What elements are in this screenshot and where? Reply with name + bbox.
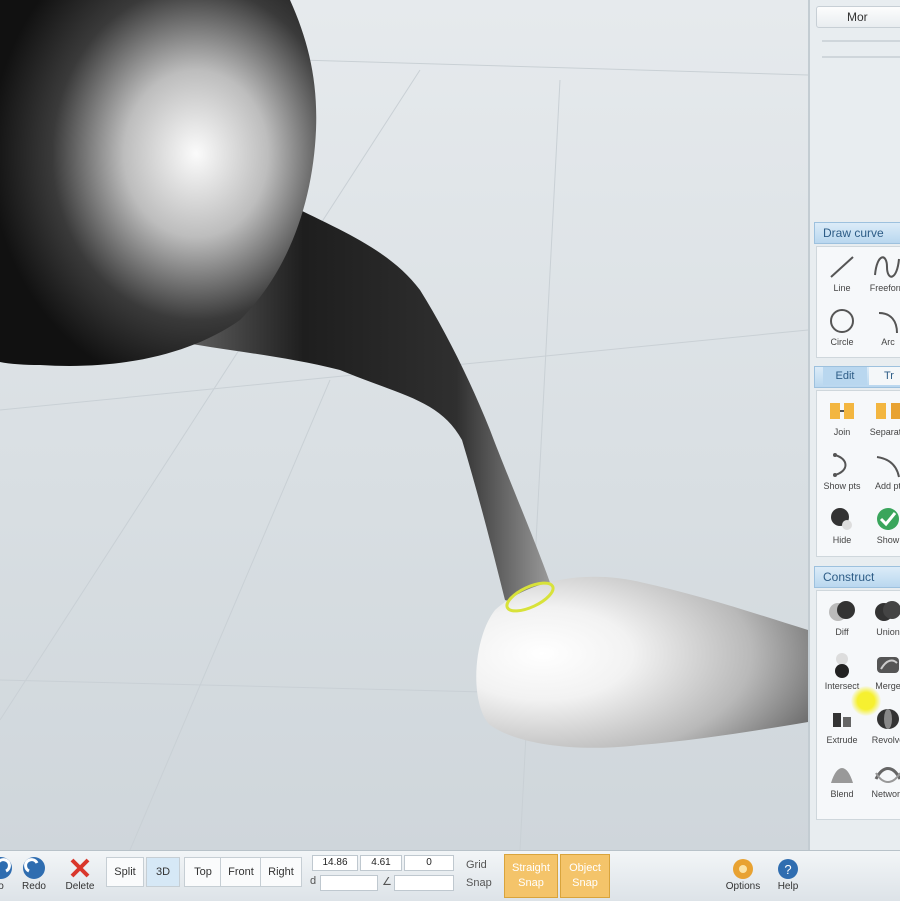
coord-z-field[interactable]: 0	[404, 855, 454, 871]
tool-diff[interactable]: Diff	[819, 593, 865, 645]
redo-icon	[23, 857, 45, 879]
tab-edit[interactable]: Edit	[823, 367, 867, 385]
coord-y-field[interactable]: 4.61	[360, 855, 402, 871]
tool-join[interactable]: Join	[819, 393, 865, 445]
3d-viewport[interactable]	[0, 0, 808, 850]
redo-button[interactable]: Redo	[16, 853, 52, 899]
tool-arc[interactable]: Arc	[865, 303, 900, 355]
separate-icon	[876, 403, 900, 419]
gear-icon	[733, 859, 753, 879]
add-point-icon	[876, 456, 900, 478]
boolean-union-icon	[875, 601, 900, 621]
divider	[822, 56, 900, 58]
delete-icon	[70, 858, 90, 878]
tool-line[interactable]: Line	[819, 249, 865, 301]
edit-tools: Join Separate Show pts Add pt Hide Show	[816, 390, 900, 557]
tab-transform[interactable]: Tr	[869, 367, 900, 385]
bottom-toolbar: o Redo Delete Split 3D Top Front Right 1…	[0, 850, 900, 901]
coord-distance-label: d	[310, 875, 317, 887]
section-header-draw-curve[interactable]: Draw curve	[814, 222, 900, 244]
cursor-highlight	[851, 686, 881, 716]
tool-network[interactable]: Network	[865, 755, 900, 807]
coord-x-field[interactable]: 14.86	[312, 855, 358, 871]
tool-show-points[interactable]: Show pts	[819, 447, 865, 499]
split-view-button[interactable]: Split	[106, 857, 144, 887]
tool-circle[interactable]: Circle	[819, 303, 865, 355]
edit-tab-bar: Edit Tr	[814, 366, 900, 388]
coord-angle-field[interactable]	[394, 875, 454, 891]
blend-icon	[831, 768, 853, 783]
undo-icon	[0, 857, 12, 879]
panel-title: Mor	[816, 6, 900, 28]
tool-blend[interactable]: Blend	[819, 755, 865, 807]
show-points-icon	[833, 453, 847, 477]
scene-canvas[interactable]	[0, 0, 808, 850]
join-icon	[830, 403, 854, 419]
svg-text:?: ?	[784, 862, 791, 877]
tool-hide[interactable]: Hide	[819, 501, 865, 553]
delete-button[interactable]: Delete	[60, 853, 100, 899]
options-button[interactable]: Options	[720, 853, 766, 899]
coord-angle-label: ∠	[382, 876, 392, 888]
object-snap-toggle[interactable]: Object Snap	[560, 854, 610, 898]
view-right-button[interactable]: Right	[260, 857, 302, 887]
help-icon: ?	[778, 859, 798, 879]
circle-icon	[830, 309, 854, 333]
tool-union[interactable]: Union	[865, 593, 900, 645]
tool-add-point[interactable]: Add pt	[865, 447, 900, 499]
freeform-icon	[874, 256, 900, 278]
show-icon	[877, 508, 899, 530]
tool-freeform[interactable]: Freeform	[865, 249, 900, 301]
arc-icon	[878, 312, 898, 334]
tool-separate[interactable]: Separate	[865, 393, 900, 445]
grid-label[interactable]: Grid	[466, 859, 487, 871]
draw-curve-tools: Line Freeform Circle Arc	[816, 246, 900, 358]
straight-snap-toggle[interactable]: Straight Snap	[504, 854, 558, 898]
right-tool-panel: Mor Draw curve Line Freeform Circle Arc …	[808, 0, 900, 850]
boolean-intersect-icon	[835, 653, 849, 678]
undo-button[interactable]: o	[0, 853, 16, 899]
coord-distance-field[interactable]	[320, 875, 378, 891]
line-icon	[830, 256, 854, 278]
construct-tools: Diff Union Intersect Merge Extrude Revol…	[816, 590, 900, 820]
network-icon	[874, 767, 900, 783]
view-top-button[interactable]: Top	[184, 857, 222, 887]
divider	[822, 40, 900, 42]
foot-object	[476, 576, 808, 748]
snap-label[interactable]: Snap	[466, 877, 492, 889]
hide-icon	[831, 508, 852, 530]
view-front-button[interactable]: Front	[220, 857, 262, 887]
help-button[interactable]: ? Help	[770, 853, 806, 899]
section-header-construct[interactable]: Construct	[814, 566, 900, 588]
merge-icon	[877, 657, 899, 673]
view-3d-button[interactable]: 3D	[146, 857, 180, 887]
boolean-difference-icon	[829, 601, 855, 621]
tool-show[interactable]: Show	[865, 501, 900, 553]
